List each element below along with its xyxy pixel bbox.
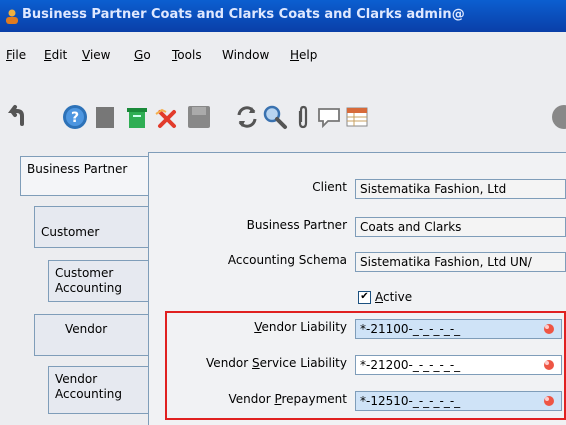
attachment-icon[interactable]: [290, 104, 316, 130]
app-person-icon: [6, 9, 18, 24]
grid-toggle-icon[interactable]: [344, 104, 370, 130]
menu-bar: File Edit View Go Tools Window Help: [0, 44, 566, 70]
accounting-schema-field[interactable]: Sistematika Fashion, Ltd UN/: [355, 252, 566, 272]
tab-vendor[interactable]: Vendor: [34, 314, 148, 356]
find-icon[interactable]: [262, 104, 288, 130]
menu-tools[interactable]: Tools: [172, 48, 202, 62]
tab-business-partner[interactable]: Business Partner: [20, 156, 148, 196]
menu-view[interactable]: View: [82, 48, 110, 62]
client-label: Client: [312, 180, 347, 194]
highlight-box: [165, 311, 566, 420]
client-field[interactable]: Sistematika Fashion, Ltd: [355, 179, 566, 199]
delete-icon[interactable]: [124, 104, 150, 130]
delete-selection-icon[interactable]: [154, 104, 180, 130]
accounting-schema-label: Accounting Schema: [227, 253, 347, 267]
menu-window[interactable]: Window: [222, 48, 269, 62]
undo-icon[interactable]: [4, 104, 30, 130]
save-icon[interactable]: [186, 104, 212, 130]
new-record-icon[interactable]: [92, 104, 118, 130]
chat-icon[interactable]: [316, 104, 342, 130]
business-partner-field[interactable]: Coats and Clarks: [355, 217, 566, 237]
refresh-icon[interactable]: [234, 104, 260, 130]
active-label[interactable]: Active: [375, 290, 412, 304]
menu-file[interactable]: File: [6, 48, 26, 62]
title-bar: Business Partner Coats and Clarks Coats …: [0, 0, 566, 32]
business-partner-label: Business Partner: [246, 218, 347, 232]
menu-help[interactable]: Help: [290, 48, 317, 62]
active-checkbox[interactable]: ✔: [358, 291, 371, 304]
menu-go[interactable]: Go: [134, 48, 151, 62]
tab-strip: Business Partner Customer Customer Accou…: [0, 150, 148, 424]
more-icon[interactable]: [544, 104, 566, 130]
help-icon[interactable]: ?: [62, 104, 88, 130]
menu-edit[interactable]: Edit: [44, 48, 67, 62]
tab-customer[interactable]: Customer: [34, 206, 148, 248]
tab-customer-accounting[interactable]: Customer Accounting: [48, 260, 148, 302]
svg-text:?: ?: [71, 110, 79, 126]
toolbar: ?: [0, 90, 566, 140]
tab-vendor-accounting[interactable]: Vendor Accounting: [48, 366, 148, 414]
window-title: Business Partner Coats and Clarks Coats …: [22, 7, 465, 22]
